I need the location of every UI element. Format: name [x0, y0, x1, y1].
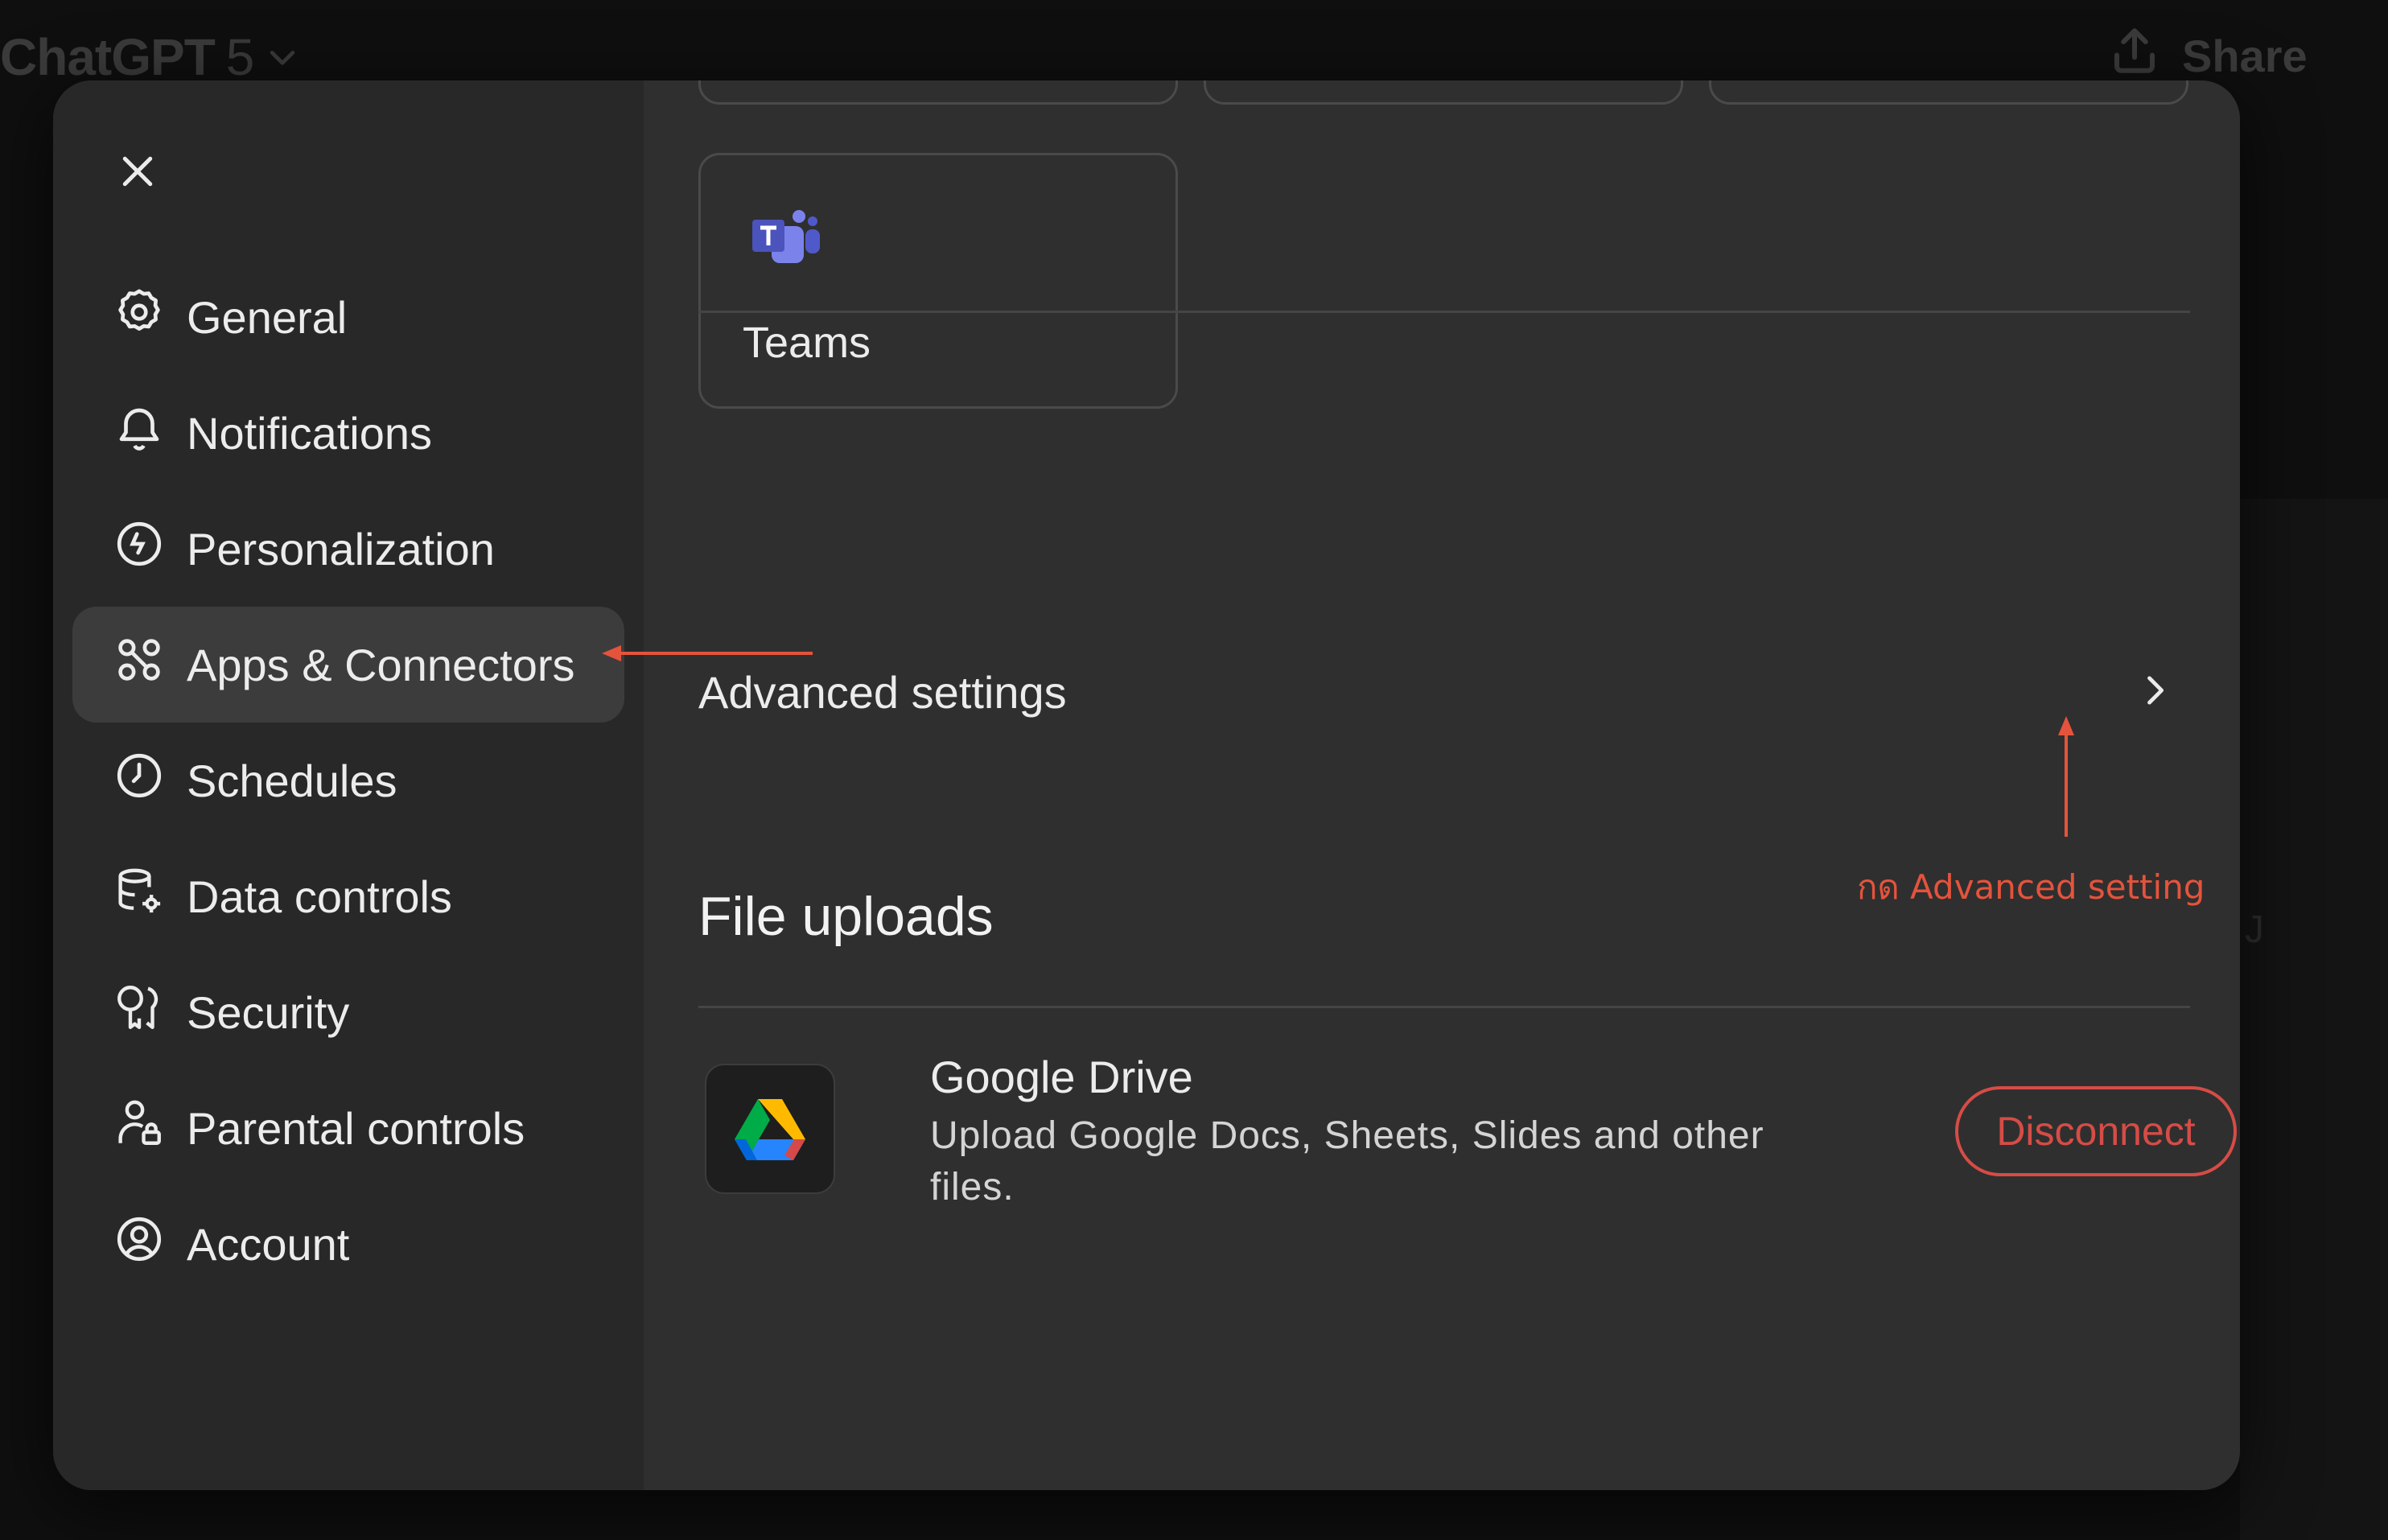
file-uploads-heading: File uploads	[698, 886, 994, 947]
advanced-settings-row[interactable]: Advanced settings	[698, 636, 2190, 748]
sidebar-item-schedules[interactable]: Schedules	[72, 723, 624, 838]
model-version: 5	[225, 28, 255, 86]
close-icon	[116, 150, 159, 197]
annotation-note: กด Advanced setting	[1857, 867, 2205, 907]
sidebar-item-apps-connectors[interactable]: Apps & Connectors	[72, 607, 624, 723]
model-selector[interactable]: ChatGPT 5	[0, 27, 300, 87]
sidebar-item-label: General	[187, 291, 348, 343]
disconnect-button[interactable]: Disconnect	[1955, 1086, 2237, 1176]
sidebar-item-label: Schedules	[187, 755, 397, 806]
key-icon	[113, 981, 166, 1044]
connector-card-label: Teams	[743, 319, 871, 367]
connector-name: Google Drive	[930, 1052, 1193, 1102]
settings-content: Teams Advanced settings File uploads Goo…	[644, 80, 2240, 1490]
sidebar-item-general[interactable]: General	[72, 259, 624, 375]
advanced-settings-label: Advanced settings	[698, 666, 1067, 718]
divider	[698, 311, 2190, 313]
sidebar-item-notifications[interactable]: Notifications	[72, 375, 624, 491]
gear-icon	[113, 286, 166, 349]
sidebar-item-label: Personalization	[187, 523, 495, 574]
sidebar-item-parental-controls[interactable]: Parental controls	[72, 1070, 624, 1186]
parental-icon	[113, 1097, 166, 1160]
app-title: ChatGPT	[0, 28, 216, 86]
close-button[interactable]	[111, 146, 164, 200]
connector-card[interactable]	[698, 80, 1178, 105]
sidebar-item-personalization[interactable]: Personalization	[72, 491, 624, 607]
chevron-down-icon	[265, 27, 300, 87]
chevron-right-icon	[2134, 669, 2190, 715]
connector-description: Upload Google Docs, Sheets, Slides and o…	[930, 1114, 1764, 1209]
sidebar-item-security[interactable]: Security	[72, 954, 624, 1070]
sidebar-item-label: Data controls	[187, 871, 452, 922]
sidebar-item-label: Apps & Connectors	[187, 639, 575, 690]
background-text-fragment: J	[2245, 908, 2264, 951]
connector-card[interactable]	[1709, 80, 2188, 105]
apps-icon	[113, 633, 166, 697]
share-button[interactable]: Share	[2108, 24, 2308, 88]
sidebar-item-data-controls[interactable]: Data controls	[72, 838, 624, 954]
sidebar-item-account[interactable]: Account	[72, 1186, 624, 1302]
share-label: Share	[2182, 31, 2308, 81]
background-panel	[2240, 499, 2388, 1540]
settings-dialog: General Notifications Personalization Ap…	[53, 80, 2240, 1490]
clock-icon	[113, 749, 166, 813]
account-icon	[113, 1213, 166, 1276]
sidebar-item-label: Notifications	[187, 407, 433, 459]
bell-icon	[113, 401, 166, 465]
sidebar-item-label: Security	[187, 986, 350, 1038]
connector-card[interactable]	[1204, 80, 1683, 105]
upload-icon	[2108, 24, 2161, 88]
teams-logo	[751, 207, 820, 271]
sidebar-item-label: Account	[187, 1218, 350, 1270]
connector-card-teams[interactable]: Teams	[698, 153, 1178, 409]
personalization-icon	[113, 517, 166, 581]
settings-nav: General Notifications Personalization Ap…	[72, 259, 624, 1302]
settings-sidebar: General Notifications Personalization Ap…	[53, 80, 644, 1490]
google-drive-logo	[705, 1064, 835, 1194]
database-gear-icon	[113, 865, 166, 929]
sidebar-item-label: Parental controls	[187, 1102, 525, 1154]
divider	[698, 1006, 2190, 1008]
